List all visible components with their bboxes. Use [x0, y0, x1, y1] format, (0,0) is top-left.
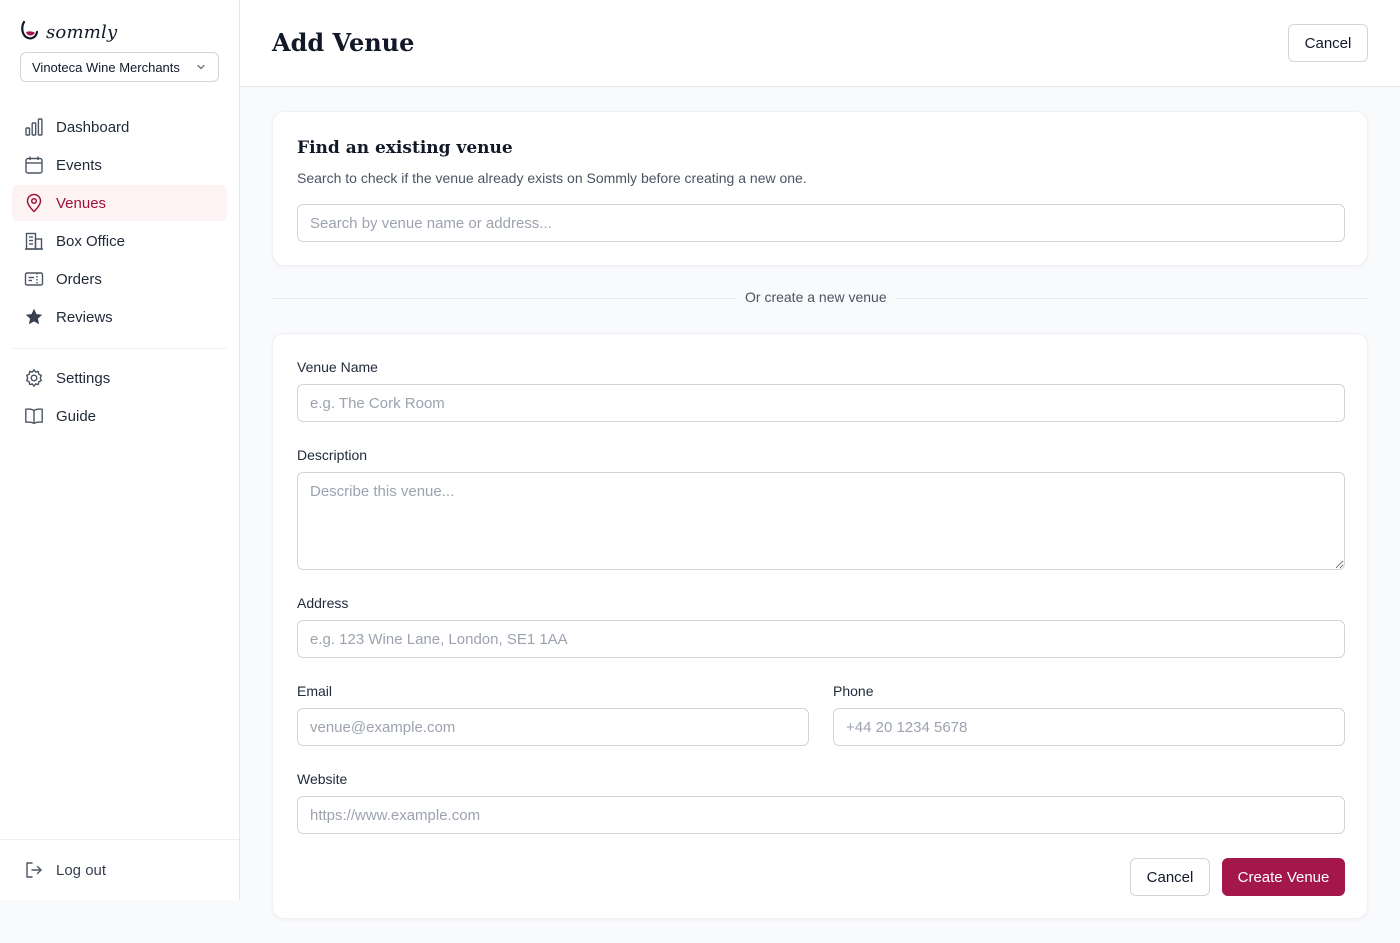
sidebar-item-venues[interactable]: Venues: [12, 185, 227, 221]
website-label: Website: [297, 771, 348, 787]
secondary-nav: Settings Guide: [12, 360, 227, 436]
page-title: Add Venue: [272, 28, 415, 57]
page-header: Add Venue Cancel: [240, 0, 1400, 87]
sidebar-item-reviews[interactable]: Reviews: [12, 299, 227, 335]
sidebar-item-orders[interactable]: Orders: [12, 261, 227, 297]
create-venue-button[interactable]: Create Venue: [1222, 858, 1345, 896]
sidebar-item-label: Reviews: [56, 308, 113, 326]
star-icon: [25, 308, 43, 325]
sidebar-item-events[interactable]: Events: [12, 147, 227, 183]
ticket-icon: [24, 272, 44, 286]
map-pin-icon: [26, 193, 42, 213]
organization-select[interactable]: Vinoteca Wine Merchants: [20, 52, 219, 82]
sidebar-item-label: Dashboard: [56, 118, 130, 136]
main-nav: Dashboard Events Venues Box Office Order…: [12, 109, 227, 337]
description-textarea[interactable]: [297, 472, 1345, 570]
form-cancel-button[interactable]: Cancel: [1130, 858, 1210, 896]
phone-label: Phone: [833, 683, 874, 699]
sidebar-item-label: Settings: [56, 369, 111, 387]
sidebar-item-guide[interactable]: Guide: [12, 398, 227, 434]
venue-search-input[interactable]: [297, 204, 1345, 242]
building-icon: [25, 232, 43, 250]
sidebar-item-label: Guide: [56, 407, 97, 425]
sidebar-bottom-divider: [0, 839, 239, 840]
address-label: Address: [297, 595, 349, 611]
bar-chart-icon: [25, 118, 43, 136]
sidebar-item-label: Events: [56, 156, 102, 174]
website-input[interactable]: [297, 796, 1345, 834]
nav-divider: [12, 348, 227, 349]
sidebar: sommly Vinoteca Wine Merchants Dashboard…: [0, 0, 240, 900]
venue-name-label: Venue Name: [297, 359, 378, 375]
logout-button[interactable]: Log out: [12, 852, 227, 888]
sidebar-item-label: Box Office: [56, 232, 125, 250]
header-cancel-button[interactable]: Cancel: [1288, 24, 1368, 62]
find-venue-title: Find an existing venue: [297, 138, 513, 158]
organization-select-value: Vinoteca Wine Merchants: [32, 59, 180, 75]
phone-input[interactable]: [833, 708, 1345, 746]
logout-icon: [26, 862, 42, 878]
address-input[interactable]: [297, 620, 1345, 658]
email-input[interactable]: [297, 708, 809, 746]
or-separator-label: Or create a new venue: [735, 289, 897, 305]
description-label: Description: [297, 447, 368, 463]
book-icon: [25, 408, 43, 425]
venue-name-input[interactable]: [297, 384, 1345, 422]
sidebar-item-dashboard[interactable]: Dashboard: [12, 109, 227, 145]
find-venue-card: Find an existing venue Search to check i…: [272, 111, 1368, 266]
brand-name: sommly: [46, 21, 118, 43]
logout-label: Log out: [56, 861, 107, 879]
sidebar-item-label: Orders: [56, 270, 102, 288]
find-venue-subtitle: Search to check if the venue already exi…: [297, 170, 807, 186]
email-label: Email: [297, 683, 333, 699]
calendar-icon: [25, 156, 43, 174]
sidebar-item-settings[interactable]: Settings: [12, 360, 227, 396]
gear-icon: [26, 369, 42, 387]
sidebar-item-box-office[interactable]: Box Office: [12, 223, 227, 259]
wine-glass-logo-icon: [21, 20, 39, 40]
create-venue-form: Venue Name Description Address Email Pho…: [272, 333, 1368, 919]
brand-logo[interactable]: sommly: [20, 18, 117, 46]
sidebar-item-label: Venues: [56, 194, 107, 212]
chevron-down-icon: [197, 64, 205, 70]
logout-section: Log out: [12, 852, 227, 890]
